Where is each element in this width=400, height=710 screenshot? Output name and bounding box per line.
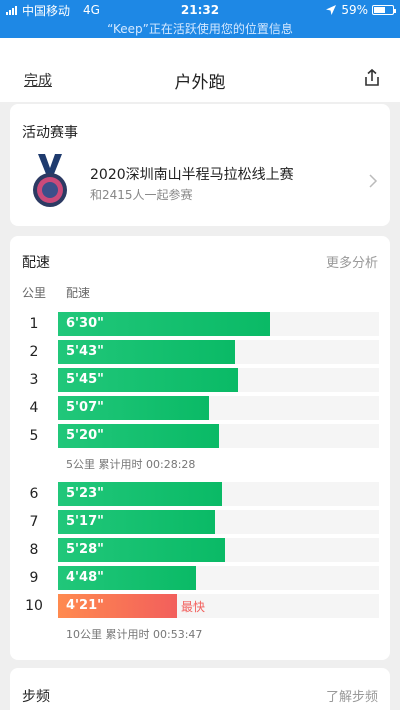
pace-bar-track: 4'48" <box>58 566 379 590</box>
status-left: 中国移动 4G <box>6 2 325 19</box>
chevron-right-icon <box>369 174 378 188</box>
page-title: 户外跑 <box>174 73 226 93</box>
pace-km-label: 3 <box>29 372 39 388</box>
pace-title: 配速 <box>22 255 50 271</box>
pace-km-label: 1 <box>29 316 39 332</box>
pace-km-label: 2 <box>29 344 39 360</box>
pace-bar: 5'28" <box>58 538 225 562</box>
pace-card: 配速 更多分析 公里 配速 1 6'30" 2 5'43" 3 5'45" 4 5'07" 5 5… <box>10 236 390 660</box>
col-km-header: 公里 <box>22 286 47 300</box>
pace-bar: 6'30" <box>58 312 270 336</box>
pace-value: 5'07" <box>66 400 104 415</box>
pace-bar: 5'23" <box>58 482 222 506</box>
pace-bar: 5'20" <box>58 424 219 448</box>
pace-row: 8 5'28" <box>10 538 390 562</box>
pace-km-label: 5 <box>29 428 39 444</box>
pace-km-label: 6 <box>29 486 39 502</box>
pace-value: 5'17" <box>66 514 104 529</box>
pace-row: 3 5'45" <box>10 368 390 392</box>
pace-bar-track: 4'21" 最快 <box>58 594 379 618</box>
pace-value: 4'48" <box>66 570 104 585</box>
pace-bar-track: 5'45" <box>58 368 379 392</box>
pace-km-label: 10 <box>25 598 43 614</box>
events-title: 活动赛事 <box>22 125 78 141</box>
pace-bar-track: 5'20" <box>58 424 379 448</box>
pace-bar: 5'17" <box>58 510 215 534</box>
pace-bar-track: 5'23" <box>58 482 379 506</box>
pace-row: 2 5'43" <box>10 340 390 364</box>
nav-bar: 完成 户外跑 <box>0 38 400 102</box>
cadence-title: 步频 <box>22 689 50 705</box>
pace-km-label: 9 <box>29 570 39 586</box>
pace-km-label: 4 <box>29 400 39 416</box>
pace-km-label: 8 <box>29 542 39 558</box>
more-analysis-link[interactable]: 更多分析 <box>326 252 378 271</box>
cadence-card: 步频 了解步频 <box>10 668 390 710</box>
pace-value: 6'30" <box>66 316 104 331</box>
pace-bar-track: 6'30" <box>58 312 379 336</box>
battery-icon <box>372 5 396 15</box>
pace-row: 4 5'07" <box>10 396 390 420</box>
pace-bar-fastest: 4'21" <box>58 594 177 618</box>
location-arrow-icon <box>326 5 337 15</box>
medal-icon <box>33 154 67 207</box>
pace-row: 9 4'48" <box>10 566 390 590</box>
pace-row: 7 5'17" <box>10 510 390 534</box>
pace-bar-track: 5'17" <box>58 510 379 534</box>
pace-bar: 5'07" <box>58 396 209 420</box>
pace-value: 5'28" <box>66 542 104 557</box>
pace-value: 4'21" <box>66 598 104 613</box>
signal-icon <box>6 5 17 15</box>
pace-row: 5 5'20" <box>10 424 390 448</box>
network-label: 4G <box>83 3 100 17</box>
split-summary-5km: 5公里 累计用时 00:28:28 <box>66 458 196 471</box>
split-summary-10km: 10公里 累计用时 00:53:47 <box>66 628 203 641</box>
content-scroll[interactable]: 活动赛事 2020深圳南山半程马拉松线上赛 和2415人一起参赛 配速 更多分析… <box>0 102 400 710</box>
status-bar: 中国移动 4G 21:32 59% <box>0 0 400 20</box>
events-card: 活动赛事 2020深圳南山半程马拉松线上赛 和2415人一起参赛 <box>10 104 390 226</box>
pace-row: 10 4'21" 最快 <box>10 594 390 618</box>
col-pace-header: 配速 <box>66 286 91 300</box>
pace-bar: 5'43" <box>58 340 235 364</box>
pace-km-label: 7 <box>29 514 39 530</box>
event-name: 2020深圳南山半程马拉松线上赛 <box>90 167 294 183</box>
pace-bar: 5'45" <box>58 368 238 392</box>
event-participants: 和2415人一起参赛 <box>90 188 193 202</box>
event-row[interactable]: 2020深圳南山半程马拉松线上赛 和2415人一起参赛 <box>10 150 390 214</box>
location-banner[interactable]: “Keep”正在活跃使用您的位置信息 <box>0 20 400 38</box>
pace-bar-track: 5'07" <box>58 396 379 420</box>
fastest-badge: 最快 <box>181 600 206 614</box>
pace-row: 1 6'30" <box>10 312 390 336</box>
battery-percent: 59% <box>341 3 368 17</box>
carrier-label: 中国移动 <box>22 3 71 18</box>
pace-value: 5'43" <box>66 344 104 359</box>
pace-value: 5'20" <box>66 428 104 443</box>
pace-value: 5'45" <box>66 372 104 387</box>
share-icon[interactable] <box>362 68 382 88</box>
pace-bar-track: 5'43" <box>58 340 379 364</box>
pace-bar-track: 5'28" <box>58 538 379 562</box>
pace-bar: 4'48" <box>58 566 196 590</box>
pace-row: 6 5'23" <box>10 482 390 506</box>
pace-value: 5'23" <box>66 486 104 501</box>
learn-cadence-link[interactable]: 了解步频 <box>326 686 378 705</box>
status-right: 59% <box>325 3 396 17</box>
